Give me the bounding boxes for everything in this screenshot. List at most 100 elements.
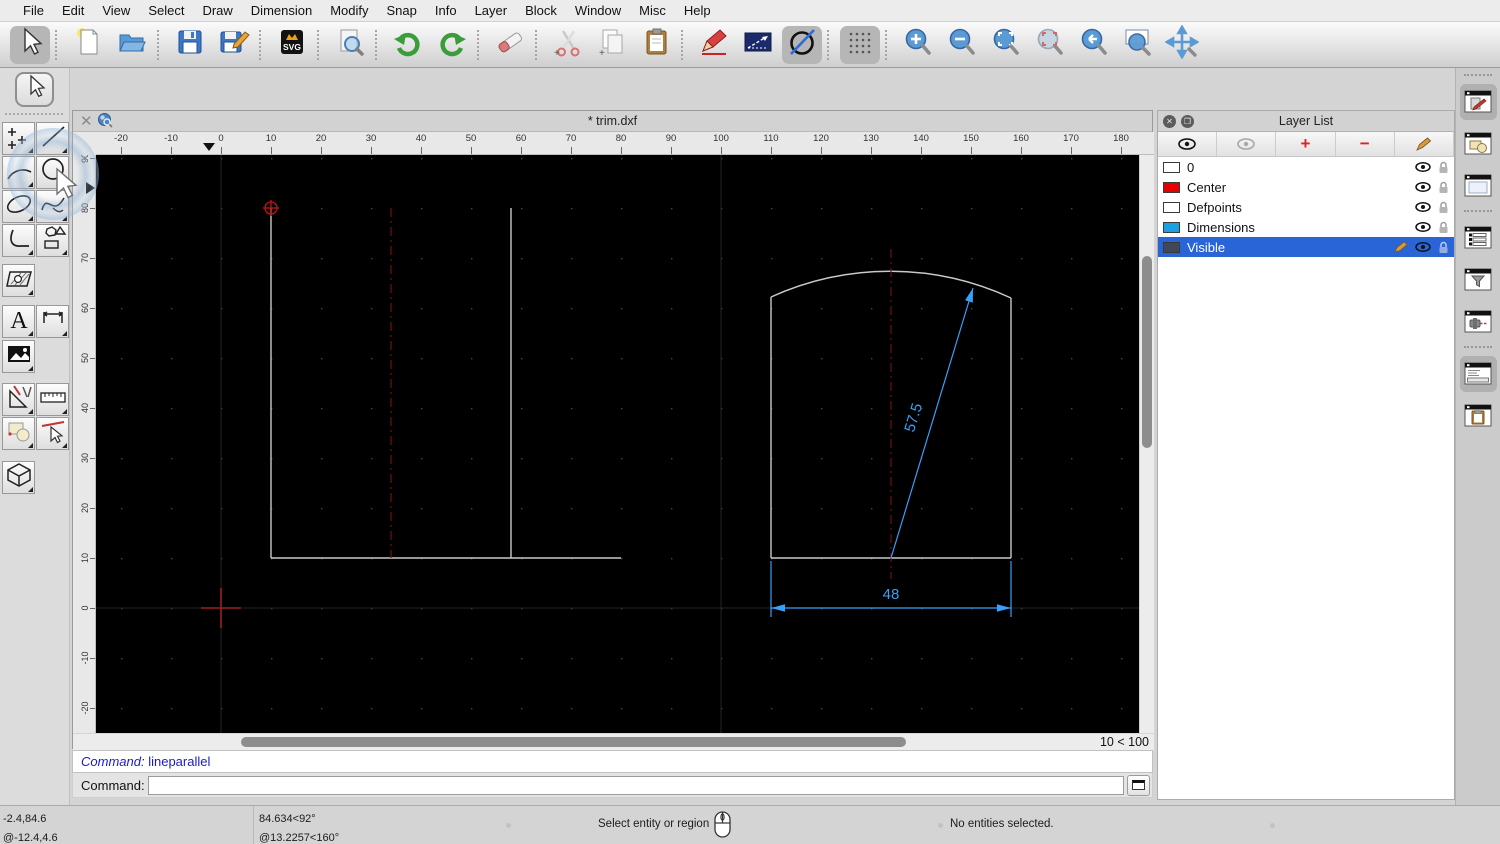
draft-mode-button[interactable]: [782, 25, 822, 64]
horizontal-scroll-thumb[interactable]: [241, 737, 906, 747]
layer-visibility-eye-icon[interactable]: [1415, 222, 1431, 232]
menu-item-help[interactable]: Help: [675, 3, 720, 18]
dock-library-browser-button[interactable]: [1460, 168, 1497, 204]
hide-all-layers-button[interactable]: [1217, 132, 1277, 156]
zoom-previous-button[interactable]: [1030, 26, 1070, 64]
toolbar-separator: [259, 29, 267, 60]
layer-visibility-eye-icon[interactable]: [1415, 182, 1431, 192]
dock-drag-handle[interactable]: [1464, 74, 1492, 76]
menu-item-misc[interactable]: Misc: [630, 3, 675, 18]
ruler-tool-button[interactable]: [36, 383, 69, 416]
layer-row[interactable]: Visible: [1158, 237, 1454, 257]
layer-row[interactable]: Defpoints: [1158, 197, 1454, 217]
solid-tool-button[interactable]: [2, 461, 35, 494]
vertical-scroll-thumb[interactable]: [1142, 256, 1152, 448]
shapes-tool-button[interactable]: [36, 224, 69, 257]
arc-tool-button[interactable]: [2, 156, 35, 189]
points-tool-button[interactable]: [2, 122, 35, 155]
dock-snap-settings-button[interactable]: [1460, 304, 1497, 340]
menu-item-layer[interactable]: Layer: [466, 3, 517, 18]
command-options-button[interactable]: [1127, 774, 1150, 796]
layer-row[interactable]: Dimensions: [1158, 217, 1454, 237]
layer-visibility-eye-icon[interactable]: [1415, 202, 1431, 212]
menu-item-block[interactable]: Block: [516, 3, 566, 18]
dock-property-editor-button[interactable]: [1460, 220, 1497, 256]
coordinate-relative: @-12.4,4.6: [3, 832, 58, 844]
copy-button[interactable]: +: [592, 26, 632, 64]
menu-item-window[interactable]: Window: [566, 3, 630, 18]
layer-edit-pencil-icon[interactable]: [1394, 241, 1408, 253]
zoom-back-button[interactable]: [1074, 26, 1114, 64]
palette-drag-handle[interactable]: [5, 113, 63, 115]
auto-zoom-button[interactable]: [986, 26, 1026, 64]
drawing-canvas[interactable]: 57.5 48: [96, 155, 1139, 733]
add-layer-button[interactable]: +: [1276, 132, 1336, 156]
layer-row[interactable]: Center: [1158, 177, 1454, 197]
zoom-window-button[interactable]: [1118, 26, 1158, 64]
command-input[interactable]: [147, 775, 1124, 795]
select-tool-button[interactable]: [10, 25, 50, 64]
polyline-tool-button[interactable]: [2, 224, 35, 257]
dock-clipboard-button[interactable]: [1460, 398, 1497, 434]
isometric-grid-button[interactable]: [738, 26, 778, 64]
draw-pencil-button[interactable]: [694, 26, 734, 64]
menu-item-snap[interactable]: Snap: [378, 3, 426, 18]
grid-toggle-button[interactable]: [840, 25, 880, 64]
layer-visibility-eye-icon[interactable]: [1415, 242, 1431, 252]
spline-tool-button[interactable]: [36, 190, 69, 223]
print-preview-button[interactable]: [330, 26, 370, 64]
layer-lock-icon[interactable]: [1438, 181, 1449, 194]
line-tool-button[interactable]: [36, 122, 69, 155]
layer-row[interactable]: 0: [1158, 157, 1454, 177]
zoom-in-icon: [902, 26, 934, 63]
menu-item-dimension[interactable]: Dimension: [242, 3, 321, 18]
eraser-button[interactable]: [490, 26, 530, 64]
paste-button[interactable]: [636, 26, 676, 64]
dock-layer-list-button[interactable]: [1459, 84, 1497, 120]
zoom-pan-button[interactable]: [1162, 24, 1202, 64]
right-dock-bar: [1455, 68, 1500, 805]
layer-lock-icon[interactable]: [1438, 221, 1449, 234]
dock-block-list-button[interactable]: [1460, 126, 1497, 162]
open-file-button[interactable]: [112, 26, 152, 64]
menu-item-edit[interactable]: Edit: [53, 3, 93, 18]
edit-layer-button[interactable]: [1395, 132, 1455, 156]
dock-command-line-button[interactable]: [1459, 356, 1497, 392]
zoom-in-button[interactable]: [898, 26, 938, 64]
redo-button[interactable]: [432, 26, 472, 64]
svg-export-button[interactable]: SVG: [272, 26, 312, 64]
menu-item-view[interactable]: View: [93, 3, 139, 18]
menu-item-info[interactable]: Info: [426, 3, 466, 18]
zoom-out-button[interactable]: [942, 26, 982, 64]
main-toolbar: SVG + +: [0, 22, 1500, 68]
new-file-button[interactable]: [68, 26, 108, 64]
layer-lock-icon[interactable]: [1438, 241, 1449, 254]
hatch-tool-button[interactable]: [2, 264, 35, 297]
layer-visibility-eye-icon[interactable]: [1415, 162, 1431, 172]
menu-item-draw[interactable]: Draw: [193, 3, 241, 18]
menu-item-file[interactable]: File: [14, 3, 53, 18]
save-button[interactable]: [170, 26, 210, 64]
remove-layer-button[interactable]: −: [1336, 132, 1395, 156]
open-folder-icon: [116, 26, 148, 63]
cad-tools-button[interactable]: [2, 383, 35, 416]
order-tool-button[interactable]: [2, 417, 35, 450]
menu-item-modify[interactable]: Modify: [321, 3, 377, 18]
ellipse-tool-button[interactable]: [2, 190, 35, 223]
save-as-button[interactable]: [214, 26, 254, 64]
modify-trim-tool-button[interactable]: [36, 417, 69, 450]
undo-button[interactable]: [388, 26, 428, 64]
image-tool-button[interactable]: [2, 340, 35, 373]
vertical-scrollbar[interactable]: [1139, 155, 1154, 733]
layer-lock-icon[interactable]: [1438, 201, 1449, 214]
ruler-cursor-marker-y: [86, 182, 95, 194]
dock-selection-filter-button[interactable]: [1460, 262, 1497, 298]
palette-select-button[interactable]: [15, 72, 54, 107]
dimension-tool-button[interactable]: [36, 305, 69, 338]
text-tool-button[interactable]: A: [2, 305, 35, 338]
layer-lock-icon[interactable]: [1438, 161, 1449, 174]
circle-tool-button[interactable]: [36, 156, 69, 189]
menu-item-select[interactable]: Select: [139, 3, 193, 18]
show-all-layers-button[interactable]: [1158, 132, 1218, 156]
cut-button[interactable]: +: [548, 26, 588, 64]
